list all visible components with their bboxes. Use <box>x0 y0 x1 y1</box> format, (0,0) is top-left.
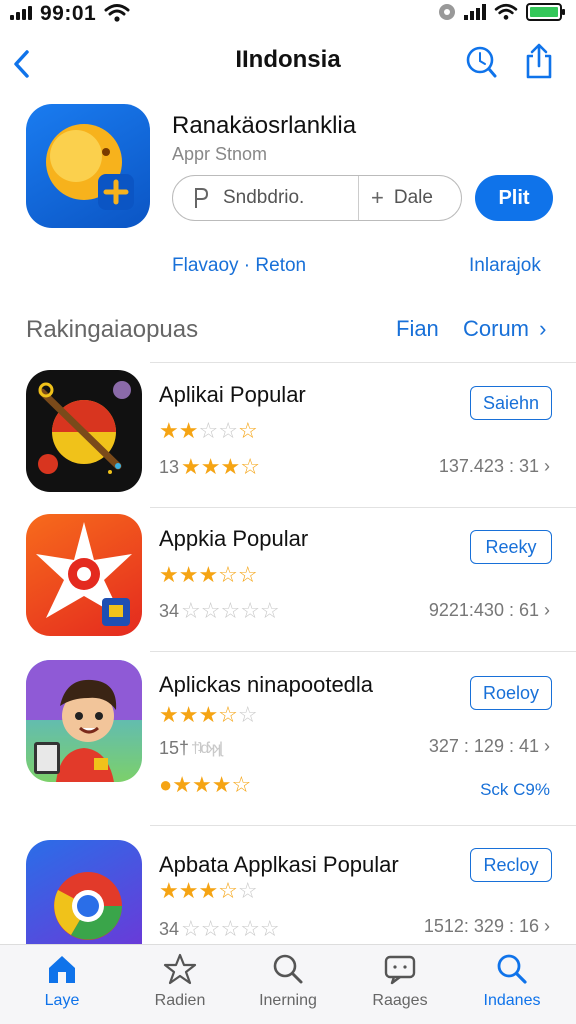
app-stats: 137.423 : 31 › <box>439 456 550 477</box>
navigation-bar: IIndonsia <box>0 36 576 88</box>
search-field[interactable]: Sndbdrio. + Dale <box>172 175 462 221</box>
stats-text: 9221:430 : 61 <box>428 600 539 620</box>
app-name: Aplickas ninapootedla <box>159 672 374 697</box>
chevron-right-icon: › <box>544 456 550 476</box>
featured-app: Ranakäosrlanklia Appr Stnom Sndbdrio. + … <box>0 102 576 288</box>
list-item[interactable]: Appkia Popular ★★★☆☆ 34 ☆☆☆☆☆ 9221:430 :… <box>0 510 576 652</box>
rating-stars: ★★★☆☆ <box>159 562 258 587</box>
cartoon-boy-icon <box>26 660 142 782</box>
home-icon <box>49 956 75 983</box>
list-item[interactable]: Apbata Applkasi Popular ★★★☆☆ 34 ☆☆☆☆☆ 1… <box>0 836 576 948</box>
app-name: Apbata Applkasi Popular <box>159 852 399 877</box>
star-icon <box>163 953 197 985</box>
app-action-button[interactable]: Roeloy <box>470 676 552 710</box>
record-icon <box>439 4 455 20</box>
tab-bar: Laye Radien Inerning Raages Indanes <box>0 944 576 1024</box>
rating-count: 34 <box>159 600 180 621</box>
divider <box>150 362 576 363</box>
cellular-signal-icon-2 <box>464 4 486 20</box>
app-stats: 1512: 329 : 16 › <box>424 916 550 937</box>
wifi-icon-2 <box>494 3 518 20</box>
rating-row: 15† †ʇɗʞʞɭ <box>159 738 223 758</box>
battery-icon <box>526 3 565 21</box>
stats-text: 137.423 : 31 <box>438 456 539 476</box>
rating-stars: ★★★☆☆ <box>159 878 258 903</box>
featured-app-subtitle: Appr Stnom <box>172 144 268 164</box>
app-name: Aplikai Popular <box>159 382 306 407</box>
app-stats: 9221:430 : 61 › <box>429 600 550 621</box>
featured-link-right[interactable]: Inlarajok <box>469 255 541 277</box>
rating-row: 34 ☆☆☆☆☆ <box>159 598 280 623</box>
share-icon[interactable] <box>524 42 554 80</box>
app-icon <box>26 840 142 948</box>
stats-text: 327 : 129 : 41 <box>428 736 539 756</box>
app-icon <box>26 660 142 782</box>
p-icon <box>195 188 209 208</box>
section-title: Rakingaiaopuas <box>26 316 199 343</box>
wifi-icon <box>104 4 130 22</box>
stats-text: 1512: 329 : 16 <box>423 916 539 936</box>
tab-label: Laye <box>44 992 80 1009</box>
rating-stars-secondary: ●★★★☆ <box>159 772 252 797</box>
status-time: 99:01 <box>40 2 97 25</box>
app-extra-info: Sck C9% <box>480 780 550 799</box>
featured-app-icon[interactable] <box>26 104 150 228</box>
rating-count: 13 <box>159 456 180 477</box>
tab-label: Radien <box>154 992 206 1009</box>
app-action-button[interactable]: Reeky <box>470 530 552 564</box>
add-label[interactable]: Dale <box>394 187 433 209</box>
rating-stars: ★★☆☆☆ <box>159 418 258 443</box>
tab-ratings[interactable]: Radien <box>130 953 230 1010</box>
plus-icon: + <box>371 185 384 210</box>
divider <box>150 507 576 508</box>
status-bar: 99:01 <box>0 0 576 28</box>
chevron-right-icon: › <box>544 916 550 936</box>
search-input[interactable]: Sndbdrio. <box>223 187 304 209</box>
tab-search-2[interactable]: Indanes <box>462 953 562 1010</box>
rating-count: 34 <box>159 918 180 939</box>
game-art-icon <box>38 381 131 474</box>
chevron-right-icon: › <box>544 600 550 620</box>
tab-label: Inerning <box>259 992 317 1009</box>
list-item[interactable]: Aplickas ninapootedla ★★★☆☆ 15† †ʇɗʞʞɭ ●… <box>0 656 576 826</box>
app-icon <box>26 514 142 636</box>
rating-row: 13 ★★★☆ <box>159 454 260 479</box>
divider <box>150 651 576 652</box>
tab-messages[interactable]: Raages <box>350 953 450 1010</box>
tab-label: Raages <box>372 992 428 1009</box>
divider <box>150 825 576 826</box>
section-link-2-label: Corum <box>463 316 530 341</box>
featured-app-title: Ranakäosrlanklia <box>172 112 357 139</box>
app-name: Appkia Popular <box>159 526 309 551</box>
section-link-1[interactable]: Fian <box>396 316 439 342</box>
tab-label: Indanes <box>483 992 541 1009</box>
chevron-right-icon: › <box>544 736 550 756</box>
cellular-signal-icon <box>10 6 36 20</box>
tab-search[interactable]: Inerning <box>238 953 338 1010</box>
message-icon <box>384 955 416 985</box>
featured-link-left[interactable]: Flavaoy · Reton <box>172 255 306 277</box>
list-item[interactable]: Aplikai Popular ★★☆☆☆ 13 ★★★☆ 137.423 : … <box>0 366 576 508</box>
app-icon <box>26 370 142 492</box>
search-icon[interactable] <box>464 44 498 80</box>
search-icon <box>497 954 527 984</box>
browser-logo-icon <box>54 872 122 940</box>
tab-home[interactable]: Laye <box>12 953 112 1010</box>
app-action-button[interactable]: Saiehn <box>470 386 552 420</box>
app-stats: 327 : 129 : 41 › <box>429 736 550 757</box>
chevron-right-icon: › <box>539 316 547 341</box>
search-icon <box>273 954 303 984</box>
rating-row: 34 ☆☆☆☆☆ <box>159 916 280 941</box>
section-header: Rakingaiaopuas Fian Corum › <box>0 316 576 356</box>
app-logo-icon <box>46 124 134 210</box>
section-link-2[interactable]: Corum › <box>463 316 546 342</box>
rating-count: 15† <box>159 738 190 758</box>
rating-stars: ★★★☆☆ <box>159 702 258 727</box>
get-button[interactable]: Plit <box>475 175 553 221</box>
compass-star-icon <box>36 522 132 626</box>
app-action-button[interactable]: Recloy <box>470 848 552 882</box>
